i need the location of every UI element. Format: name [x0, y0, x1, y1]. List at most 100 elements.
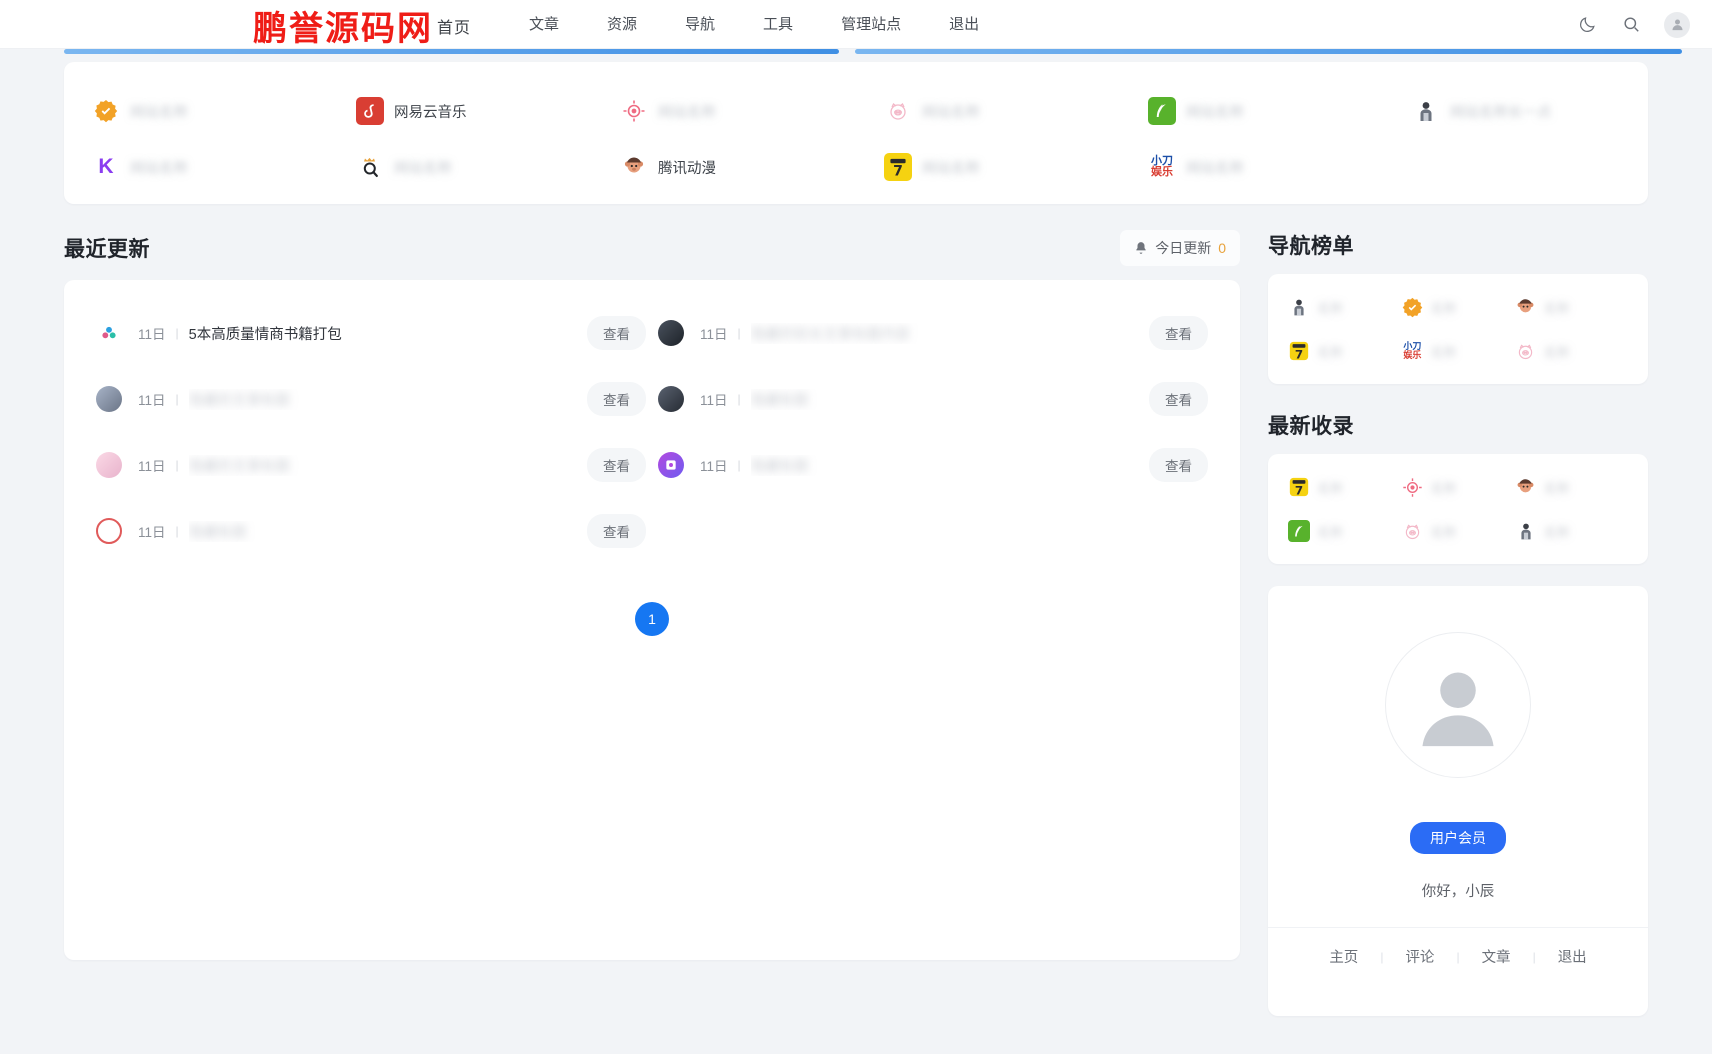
view-button[interactable]: 查看: [587, 382, 646, 416]
list-item[interactable]: 11日 | 隐藏的文章标题 查看: [90, 432, 652, 498]
bell-icon: [1136, 242, 1146, 254]
user-link-logout[interactable]: 退出: [1536, 946, 1609, 967]
red-circle-icon: [96, 518, 122, 544]
pig-face-icon: [1401, 520, 1423, 542]
nav-tools[interactable]: 工具: [739, 0, 817, 49]
latest-item[interactable]: 名称: [1401, 476, 1514, 498]
today-update-badge[interactable]: 今日更新 0: [1120, 230, 1240, 266]
quick-link-item[interactable]: 小刀 娱乐 网站名称: [1120, 153, 1384, 181]
view-button[interactable]: 查看: [1149, 316, 1208, 350]
person-avatar-icon: [1288, 296, 1310, 318]
latest-title: 最新收录: [1268, 415, 1354, 438]
quick-link-item[interactable]: 腾讯动漫: [592, 153, 856, 181]
list-item[interactable]: 11日 | 隐藏标题 查看: [90, 498, 652, 564]
nav-resources[interactable]: 资源: [583, 0, 661, 49]
list-item-date: 11日: [138, 525, 166, 540]
moon-icon[interactable]: [1576, 14, 1598, 36]
list-item-separator: |: [175, 524, 179, 538]
rank-icon-grid: 名称 名称 名称 7 名称 小刀 娱乐 名称 名称: [1288, 296, 1628, 362]
rank-item[interactable]: 小刀 娱乐 名称: [1401, 340, 1514, 362]
quick-link-item[interactable]: 网站名称长一点: [1384, 97, 1648, 125]
rank-item[interactable]: 名称: [1401, 296, 1514, 318]
nav-admin[interactable]: 管理站点: [817, 0, 925, 49]
list-item-date: 11日: [138, 327, 166, 342]
list-item-date: 11日: [138, 393, 166, 408]
status-badge[interactable]: 用户会员: [1410, 822, 1506, 854]
view-button[interactable]: 查看: [587, 514, 646, 548]
rank-item[interactable]: 名称: [1288, 296, 1401, 318]
list-item-title[interactable]: 隐藏的文章标题: [189, 389, 575, 410]
pig-face-icon: [1515, 340, 1537, 362]
tencent-comic-icon: [620, 153, 648, 181]
rank-item-label: 名称: [1543, 344, 1570, 360]
quick-link-item[interactable]: 网站名称: [64, 97, 328, 125]
svg-text:7: 7: [893, 164, 903, 180]
list-item-title[interactable]: 隐藏的较长文章标题内容: [751, 323, 1137, 344]
search-icon[interactable]: [1620, 14, 1642, 36]
nav-articles[interactable]: 文章: [505, 0, 583, 49]
avatar[interactable]: [1385, 632, 1531, 778]
quick-link-item[interactable]: K 网站名称: [64, 153, 328, 181]
latest-item-label: 名称: [1430, 480, 1457, 496]
quick-link-item[interactable]: 网易云音乐: [328, 97, 592, 125]
view-button[interactable]: 查看: [587, 448, 646, 482]
right-sidebar: 导航榜单 名称 名称 名称 7 名称 小刀 娱乐 名称 名称 最新收录 7 名称…: [1268, 204, 1648, 1016]
quick-link-item[interactable]: 网站名称: [1120, 97, 1384, 125]
rank-item[interactable]: 名称: [1515, 296, 1628, 318]
latest-item[interactable]: 7 名称: [1288, 476, 1401, 498]
quick-link-item[interactable]: 网站名称: [592, 97, 856, 125]
quick-link-label: 网站名称: [130, 160, 188, 177]
rank-title: 导航榜单: [1268, 235, 1354, 258]
updates-right-column: 11日 | 隐藏的较长文章标题内容 查看 11日 | 隐藏标题 查看 11日 |…: [652, 300, 1214, 564]
quick-link-item[interactable]: 7 网站名称: [856, 153, 1120, 181]
cloud-share-icon: [96, 320, 122, 346]
user-link-articles[interactable]: 文章: [1460, 946, 1533, 967]
list-item-title[interactable]: 隐藏标题: [751, 455, 1137, 476]
latest-item-label: 名称: [1543, 480, 1570, 496]
page-number-1[interactable]: 1: [635, 602, 669, 636]
list-item-title[interactable]: 隐藏标题: [751, 389, 1137, 410]
quick-link-label: 网易云音乐: [394, 104, 467, 121]
nav-navigation[interactable]: 导航: [661, 0, 739, 49]
site-brand[interactable]: 首页: [437, 14, 471, 38]
list-item-separator: |: [737, 326, 741, 340]
list-item[interactable]: 11日 | 隐藏标题 查看: [652, 366, 1214, 432]
pig-face-icon: [884, 97, 912, 125]
navigation-rank-card: 名称 名称 名称 7 名称 小刀 娱乐 名称 名称: [1268, 274, 1648, 384]
content-grid: 最近更新 今日更新 0 11日 | 5本高质量情商书籍打包 查看 11日 | 隐…: [64, 204, 1648, 1016]
list-item[interactable]: 11日 | 隐藏的较长文章标题内容 查看: [652, 300, 1214, 366]
list-item-title[interactable]: 隐藏标题: [189, 521, 575, 542]
view-button[interactable]: 查看: [1149, 382, 1208, 416]
list-item[interactable]: 11日 | 5本高质量情商书籍打包 查看: [90, 300, 652, 366]
quick-link-item[interactable]: 网站名称: [328, 153, 592, 181]
list-item[interactable]: 11日 | 隐藏的文章标题 查看: [90, 366, 652, 432]
user-avatar-icon[interactable]: [1664, 11, 1690, 38]
latest-item[interactable]: 名称: [1515, 476, 1628, 498]
quick-link-item[interactable]: 网站名称: [856, 97, 1120, 125]
view-button[interactable]: 查看: [587, 316, 646, 350]
user-link-comments[interactable]: 评论: [1383, 946, 1456, 967]
view-button[interactable]: 查看: [1149, 448, 1208, 482]
anime-girl-icon: [96, 452, 122, 478]
rank-item[interactable]: 7 名称: [1288, 340, 1401, 362]
latest-icon-grid: 7 名称 名称 名称 名称 名称 名称: [1288, 476, 1628, 542]
list-item-title[interactable]: 隐藏的文章标题: [189, 455, 575, 476]
list-item-title[interactable]: 5本高质量情商书籍打包: [189, 323, 575, 344]
user-links: 主页 | 评论 | 文章 | 退出: [1268, 927, 1648, 967]
nav-logout[interactable]: 退出: [925, 0, 1003, 49]
rank-item[interactable]: 名称: [1515, 340, 1628, 362]
latest-item[interactable]: 名称: [1515, 520, 1628, 542]
latest-item[interactable]: 名称: [1288, 520, 1401, 542]
quick-link-label: 网站名称: [1186, 104, 1244, 121]
latest-item-label: 名称: [1317, 480, 1344, 496]
quick-link-label: 网站名称: [658, 104, 716, 121]
xiaodao-entertainment-icon: 小刀 娱乐: [1401, 340, 1423, 362]
list-item[interactable]: 11日 | 隐藏标题 查看: [652, 432, 1214, 498]
latest-item[interactable]: 名称: [1401, 520, 1514, 542]
seven-app-icon: 7: [884, 153, 912, 181]
user-link-home[interactable]: 主页: [1307, 946, 1380, 967]
quick-link-label: 网站名称: [394, 160, 452, 177]
seven-app-icon: 7: [1288, 340, 1310, 362]
latest-collected-card: 7 名称 名称 名称 名称 名称 名称: [1268, 454, 1648, 564]
seven-app-icon: 7: [1288, 476, 1310, 498]
